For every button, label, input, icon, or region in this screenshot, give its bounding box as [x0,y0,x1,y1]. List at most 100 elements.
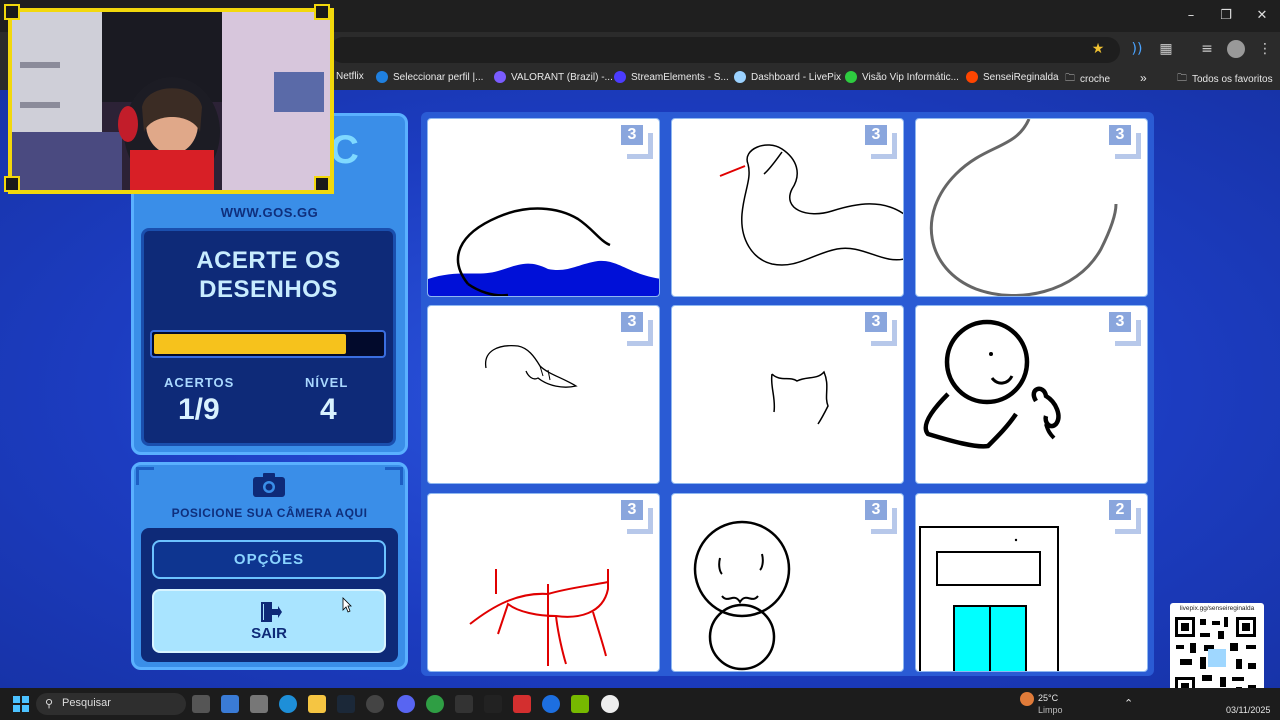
camera-icon [253,473,285,497]
drawing-tile[interactable]: 3 [671,305,904,484]
extensions-icon[interactable]: ▦ [1157,40,1175,58]
app-icon[interactable] [455,695,473,713]
game-logo: C [330,128,359,172]
bookmark-label: Todos os favoritos [1192,74,1273,85]
hint-count: 3 [865,125,887,145]
bookmark-favicon-icon [966,71,978,83]
bookmark-favicon-icon [734,71,746,83]
folder-icon: 🗀 [1177,73,1187,84]
all-bookmarks-folder[interactable]: 🗀 Todos os favoritos [1177,71,1273,88]
bookmark-croche[interactable]: 🗀 croche [1065,71,1110,88]
obs-icon[interactable] [366,695,384,713]
store-icon[interactable] [221,695,239,713]
weather-temp: 25°C [1038,693,1059,703]
bookmark-favicon-icon [614,71,626,83]
drawing-tile[interactable]: 3 [427,305,660,484]
bookmark-label: SenseiReginalda [983,71,1059,83]
drawing-snake [719,144,903,266]
webcam-overlay [8,8,334,194]
drawing-curve [929,119,1118,296]
bookmark-perfil[interactable]: Seleccionar perfil |... [376,71,483,83]
bookmark-label: VALORANT (Brazil) -... [511,71,613,83]
folder-icon: 🗀 [1065,73,1075,84]
bookmark-favicon-icon [494,71,506,83]
discord-icon[interactable] [397,695,415,713]
tray-expand-icon[interactable]: ⌃ [1124,697,1133,710]
drawing-tile[interactable]: 3 [915,118,1148,297]
headline-line: DESENHOS [199,276,338,303]
taskbar-search[interactable] [36,693,186,715]
drawing-tile[interactable]: 3 [915,305,1148,484]
steam-icon[interactable] [337,695,355,713]
options-button[interactable]: OPÇÕES [152,540,386,579]
exit-door-icon [261,602,282,622]
drawing-tile[interactable]: 3 [671,118,904,297]
star-icon[interactable]: ★ [1089,40,1107,58]
weather-icon[interactable] [1020,692,1034,706]
hint-count: 3 [1109,312,1131,332]
level-label: NÍVEL [305,375,349,390]
app-icon[interactable] [601,695,619,713]
game-headline: ACERTE OS DESENHOS [141,246,396,304]
progress-fill [154,334,346,354]
hint-count: 3 [1109,125,1131,145]
hint-count: 3 [865,312,887,332]
bookmark-livepix[interactable]: Dashboard - LivePix [734,71,841,83]
exit-label: SAIR [251,625,287,642]
maximize-icon[interactable]: ❐ [1216,6,1236,26]
media-icon[interactable]: ≡ [1198,40,1216,58]
drawing-tile[interactable]: 2 [915,493,1148,672]
drawing-tile[interactable]: 3 [427,118,660,297]
search-placeholder: Pesquisar [62,697,111,709]
app-icon[interactable] [513,695,531,713]
audio-icon[interactable]: )) [1128,40,1146,58]
drawing-building [919,526,1059,671]
close-icon[interactable]: ✕ [1252,6,1272,26]
nvidia-icon[interactable] [571,695,589,713]
drawing-table [469,569,609,666]
camera-prompt: POSICIONE SUA CÂMERA AQUI [171,506,368,520]
drawing-rat [485,345,578,388]
epic-games-icon[interactable] [484,695,502,713]
drawing-tile[interactable]: 3 [427,493,660,672]
bookmark-label: croche [1080,74,1111,85]
bookmark-favicon-icon [376,71,388,83]
hint-count: 2 [1109,500,1131,520]
drawing-tile[interactable]: 3 [671,493,904,672]
file-explorer-icon[interactable] [308,695,326,713]
chrome-icon[interactable] [426,695,444,713]
menu-icon[interactable]: ⋮ [1256,40,1274,58]
drawing-whale [428,207,659,296]
drawing-cup [770,370,829,425]
hint-count: 3 [621,312,643,332]
mouse-cursor-icon [342,597,352,613]
hint-count: 3 [621,125,643,145]
url-omnibox[interactable] [330,37,1120,63]
bookmark-senseireginalda[interactable]: SenseiReginalda [966,71,1059,83]
minimize-icon[interactable]: – [1181,6,1201,26]
edge-icon[interactable] [279,695,297,713]
webcam-feed [12,12,330,190]
windows-start-icon[interactable] [13,696,29,712]
app-icon[interactable] [542,695,560,713]
task-view-icon[interactable] [192,695,210,713]
profile-avatar[interactable] [1227,40,1245,58]
bookmark-netflix[interactable]: Netflix [336,71,364,82]
bookmark-streamelements[interactable]: StreamElements - S... [614,71,729,83]
app-icon[interactable] [250,695,268,713]
progress-bar [150,330,386,358]
frame-corner [314,4,330,20]
bookmark-label: StreamElements - S... [631,71,729,83]
drawing-snowman [693,520,791,671]
search-icon: ⚲ [45,697,54,710]
hits-label: ACERTOS [164,375,235,390]
site-url: WWW.GOS.GG [220,205,319,220]
frame-corner [314,176,330,192]
bookmark-visaovip[interactable]: Visão Vip Informátic... [845,71,959,83]
frame-corner [4,4,20,20]
more-bookmarks-icon[interactable]: » [1140,71,1147,85]
hint-count: 3 [865,500,887,520]
drawing-person-mic [923,319,1061,449]
qr-url: livepix.gg/senseireginalda [1179,605,1255,612]
bookmark-valorant[interactable]: VALORANT (Brazil) -... [494,71,613,83]
